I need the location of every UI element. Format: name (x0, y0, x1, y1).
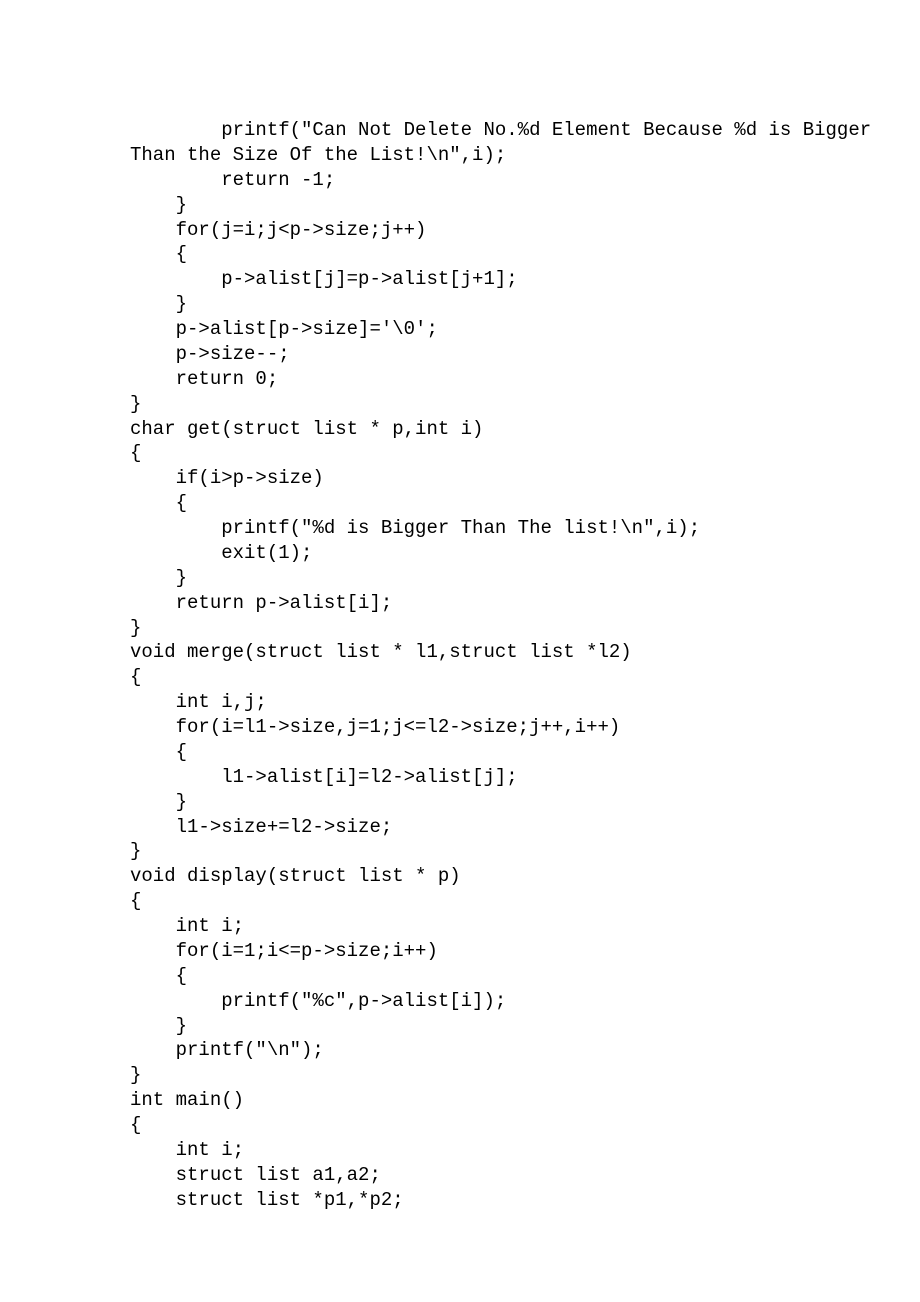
code-block: printf("Can Not Delete No.%d Element Bec… (0, 0, 920, 1213)
